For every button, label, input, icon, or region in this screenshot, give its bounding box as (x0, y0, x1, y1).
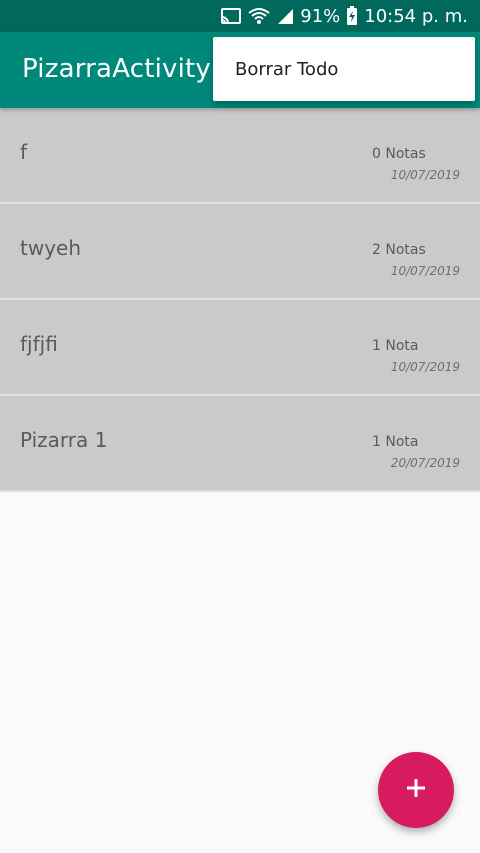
menu-item-borrar-todo[interactable]: Borrar Todo (213, 37, 475, 101)
item-name: twyeh (20, 236, 82, 260)
item-date: 20/07/2019 (390, 456, 460, 470)
plus-icon (405, 777, 427, 803)
item-name: f (20, 140, 28, 164)
battery-percent: 91% (300, 5, 341, 27)
item-date: 10/07/2019 (390, 168, 460, 182)
wifi-icon (248, 7, 270, 25)
item-name: Pizarra 1 (20, 428, 108, 452)
item-date: 10/07/2019 (390, 264, 460, 278)
item-note-count: 1 Nota (372, 338, 419, 354)
battery-icon (346, 6, 358, 26)
overflow-menu: Borrar Todo (213, 37, 475, 101)
list-item[interactable]: twyeh 2 Notas 10/07/2019 (0, 204, 480, 300)
list-item[interactable]: Pizarra 1 1 Nota 20/07/2019 (0, 396, 480, 492)
page-title: PizarraActivity (22, 54, 211, 84)
item-note-count: 0 Notas (372, 146, 426, 162)
item-note-count: 2 Notas (372, 242, 426, 258)
item-note-count: 1 Nota (372, 434, 419, 450)
item-name: fjfjfi (20, 332, 58, 356)
list-item[interactable]: f 0 Notas 10/07/2019 (0, 108, 480, 204)
status-bar: 91% 10:54 p. m. (0, 0, 480, 32)
list-item[interactable]: fjfjfi 1 Nota 10/07/2019 (0, 300, 480, 396)
add-pizarra-button[interactable] (378, 752, 454, 828)
status-time: 10:54 p. m. (364, 5, 468, 27)
cast-icon (220, 7, 242, 25)
signal-icon (276, 7, 294, 25)
item-date: 10/07/2019 (390, 360, 460, 374)
pizarra-list: f 0 Notas 10/07/2019 twyeh 2 Notas 10/07… (0, 108, 480, 492)
